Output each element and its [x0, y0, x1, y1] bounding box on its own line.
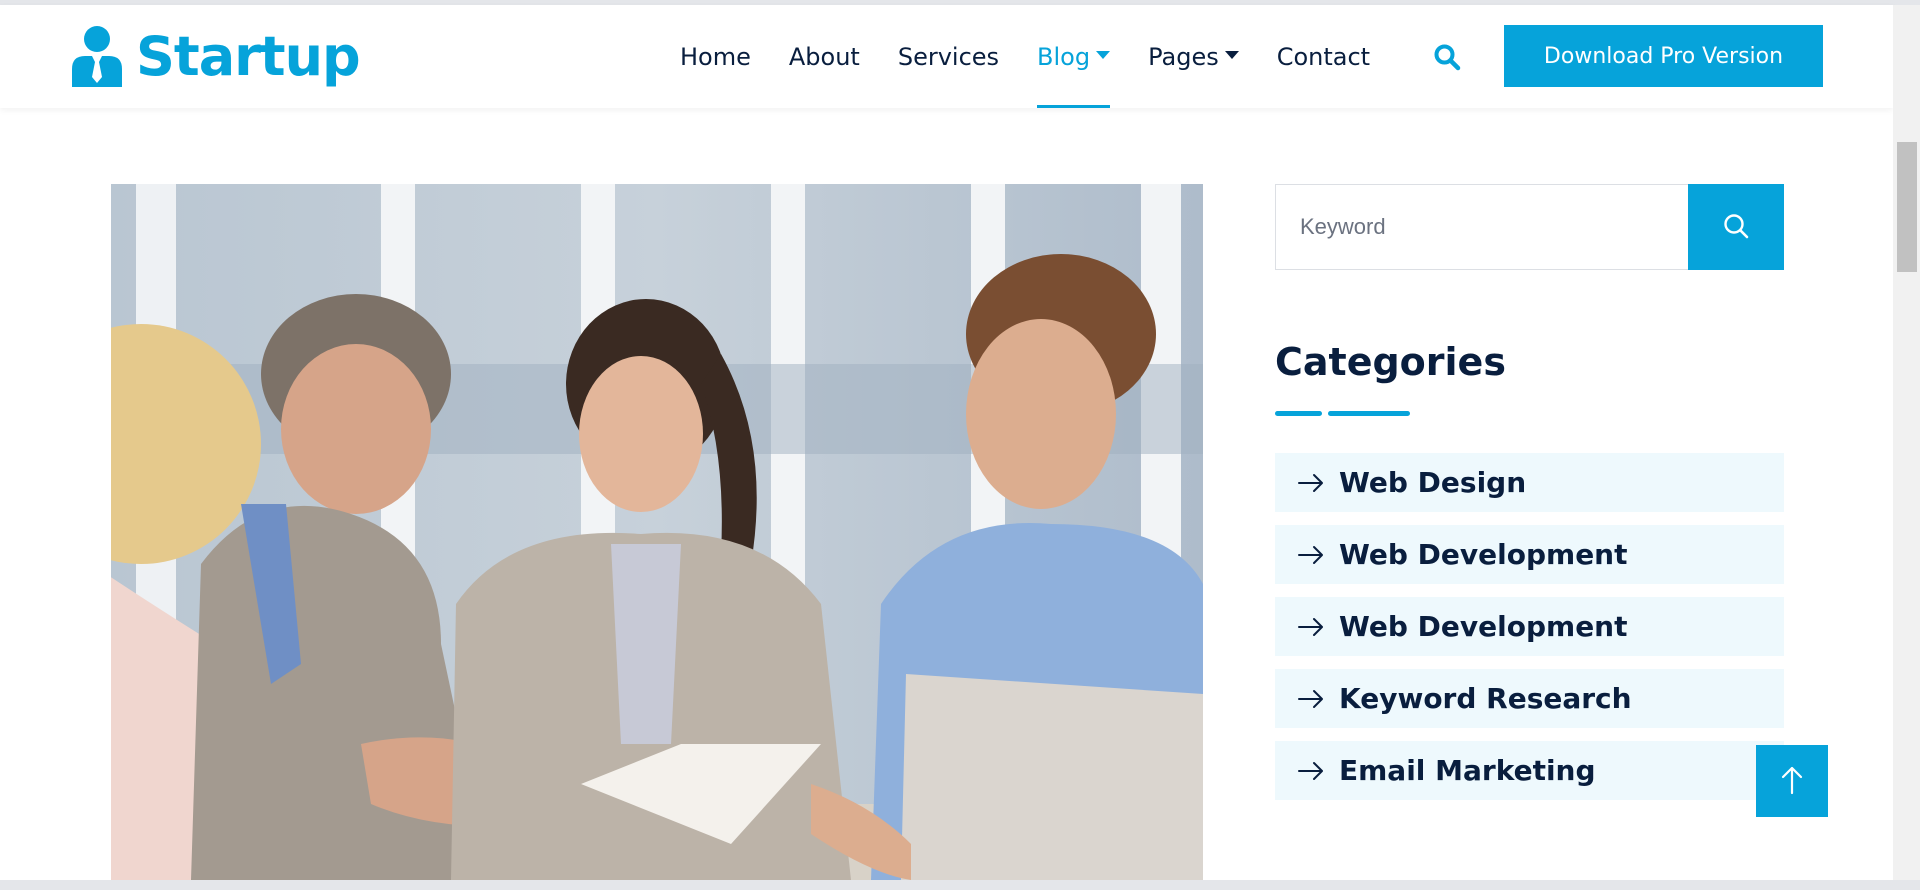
page-bottom-border: [0, 880, 1920, 890]
arrow-right-icon: [1297, 689, 1325, 709]
nav-item-blog[interactable]: Blog: [1037, 5, 1111, 108]
arrow-right-icon: [1297, 473, 1325, 493]
page-scrollbar[interactable]: [1893, 5, 1920, 880]
nav-item-label: About: [788, 42, 860, 71]
search-icon[interactable]: [1433, 43, 1461, 71]
nav-item-label: Blog: [1037, 42, 1091, 71]
category-label: Web Development: [1339, 610, 1628, 643]
heading-underline: [1275, 411, 1322, 416]
category-item-web-development-2[interactable]: Web Development: [1275, 597, 1784, 656]
back-to-top-button[interactable]: [1756, 745, 1828, 817]
arrow-up-icon: [1780, 765, 1804, 798]
download-pro-button[interactable]: Download Pro Version: [1504, 25, 1823, 87]
search-submit-button[interactable]: [1688, 184, 1784, 270]
arrow-right-icon: [1297, 617, 1325, 637]
nav-item-label: Home: [680, 42, 751, 71]
arrow-right-icon: [1297, 761, 1325, 781]
scrollbar-thumb[interactable]: [1897, 142, 1917, 272]
category-item-web-design[interactable]: Web Design: [1275, 453, 1784, 512]
nav-item-home[interactable]: Home: [680, 5, 751, 108]
caret-down-icon: [1224, 50, 1239, 59]
navbar: Startup Home About Services Blog Pages C…: [0, 5, 1893, 108]
nav-item-label: Contact: [1276, 42, 1371, 71]
category-item-email-marketing[interactable]: Email Marketing: [1275, 741, 1784, 800]
category-label: Web Development: [1339, 538, 1628, 571]
categories-list: Web Design Web Development Web Developme…: [1275, 453, 1784, 813]
category-label: Keyword Research: [1339, 682, 1632, 715]
caret-down-icon: [1096, 50, 1111, 59]
category-label: Email Marketing: [1339, 754, 1596, 787]
search-icon: [1722, 212, 1750, 243]
arrow-right-icon: [1297, 545, 1325, 565]
nav-item-label: Pages: [1148, 42, 1219, 71]
category-label: Web Design: [1339, 466, 1527, 499]
category-item-web-development[interactable]: Web Development: [1275, 525, 1784, 584]
user-tie-icon: [70, 25, 124, 87]
brand-name: Startup: [136, 24, 361, 88]
nav-item-label: Services: [897, 42, 1000, 71]
category-item-keyword-research[interactable]: Keyword Research: [1275, 669, 1784, 728]
nav-item-pages[interactable]: Pages: [1148, 5, 1239, 108]
sidebar-search: [1275, 184, 1784, 270]
brand-logo[interactable]: Startup: [70, 20, 361, 92]
categories-heading: Categories: [1275, 340, 1506, 384]
blog-hero-image: [111, 184, 1203, 880]
nav-item-services[interactable]: Services: [898, 5, 999, 108]
nav-item-contact[interactable]: Contact: [1277, 5, 1370, 108]
nav-item-about[interactable]: About: [789, 5, 860, 108]
heading-underline: [1328, 411, 1410, 416]
keyword-search-input[interactable]: [1275, 184, 1688, 270]
nav-menu: Home About Services Blog Pages Contact: [680, 5, 1408, 108]
